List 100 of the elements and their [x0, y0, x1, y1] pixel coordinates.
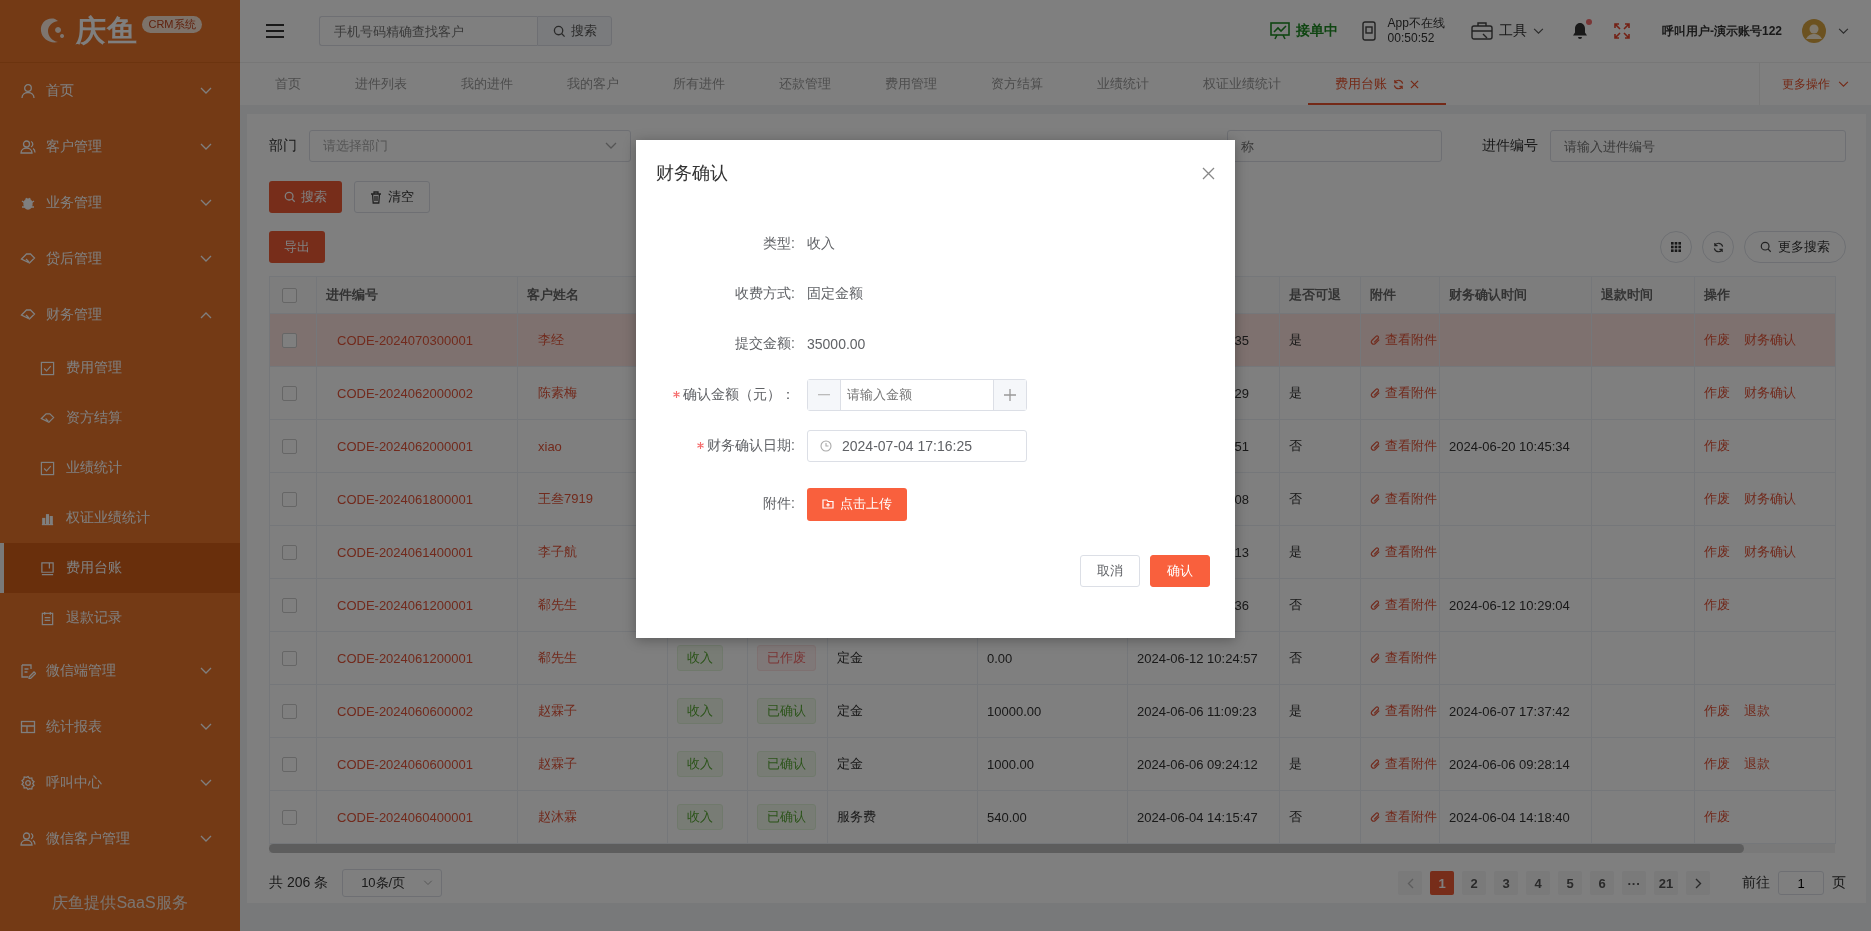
column-header[interactable]: 附件 [1370, 287, 1396, 302]
checkbox[interactable] [282, 704, 297, 720]
menu-item[interactable]: 微信端管理 [0, 643, 240, 699]
page-button[interactable]: 21 [1654, 871, 1678, 895]
action-link[interactable]: 退款 [1744, 756, 1770, 771]
more-search-button[interactable]: 更多搜索 [1744, 231, 1846, 263]
checkbox[interactable] [282, 333, 297, 349]
checkbox[interactable] [282, 810, 297, 826]
submenu-item[interactable]: 资方结算 [0, 393, 240, 443]
bell-icon[interactable] [1571, 22, 1588, 40]
table-cell[interactable]: CODE-2024061200001 [337, 650, 473, 666]
table-cell[interactable]: CODE-2024062000001 [337, 438, 473, 454]
table-cell[interactable]: CODE-2024060400001 [337, 809, 473, 825]
upload-button[interactable]: 点击上传 [807, 487, 907, 521]
page-button[interactable]: ··· [1622, 871, 1646, 895]
table-cell[interactable]: 陈素梅 [538, 385, 577, 400]
search-button[interactable]: 搜索 [537, 16, 612, 46]
page-button[interactable]: 5 [1558, 871, 1582, 895]
cancel-button[interactable]: 取消 [1080, 555, 1140, 587]
checkbox[interactable] [282, 598, 297, 614]
action-link[interactable]: 财务确认 [1744, 544, 1796, 559]
filter-field[interactable]: 称 [1227, 130, 1442, 162]
menu-item[interactable]: 呼叫中心 [0, 755, 240, 811]
page-button[interactable]: 6 [1590, 871, 1614, 895]
table-cell[interactable]: CODE-2024060600001 [337, 756, 473, 772]
decrease-button[interactable] [808, 379, 841, 410]
table-row[interactable]: CODE-2024060600001 赵霖子 收入 已确认 定金 1000.00 2024-06-06 09:24:12 是 查看附件 2024-06-06 09:28:14 作废 退款 [269, 737, 1836, 791]
page-button[interactable]: 4 [1526, 871, 1550, 895]
close-icon[interactable] [1202, 166, 1215, 180]
search-field[interactable]: 手机号码精确查找客户 [319, 16, 537, 46]
avatar-icon[interactable] [1802, 19, 1826, 43]
checkbox[interactable] [282, 757, 297, 773]
action-link[interactable]: 作废 [1704, 544, 1730, 559]
table-row[interactable]: CODE-2024060400001 赵沐霖 收入 已确认 服务费 540.00 2024-06-04 14:15:47 否 查看附件 2024-06-04 14:18:40 作废 [269, 790, 1836, 844]
table-cell[interactable]: CODE-2024060600002 [337, 703, 473, 719]
page-button[interactable]: 1 [1430, 871, 1454, 895]
clear-button[interactable]: 清空 [354, 181, 430, 213]
action-link[interactable]: 财务确认 [1744, 332, 1796, 347]
refresh-icon[interactable] [1393, 78, 1404, 90]
table-cell[interactable]: 李子航 [538, 544, 577, 559]
action-link[interactable]: 作废 [1704, 491, 1730, 506]
checkbox[interactable] [282, 386, 297, 402]
checkbox[interactable] [282, 439, 297, 455]
menu-item[interactable]: 业务管理 [0, 175, 240, 231]
previous-page-button[interactable] [1398, 871, 1422, 895]
checkbox[interactable] [282, 545, 297, 561]
menu-item[interactable]: 贷后管理 [0, 231, 240, 287]
table-cell[interactable]: 赵沐霖 [538, 809, 577, 824]
submenu-item[interactable]: 费用管理 [0, 343, 240, 393]
submenu-item[interactable]: 费用台账 [0, 543, 240, 593]
more-actions-menu[interactable]: 更多操作 [1759, 63, 1871, 105]
submenu-item[interactable]: 权证业绩统计 [0, 493, 240, 543]
filter-field[interactable]: 请输入进件编号 [1550, 130, 1846, 162]
column-settings-button[interactable] [1660, 231, 1692, 263]
menu-icon[interactable] [265, 23, 285, 39]
date-picker-field[interactable]: 2024-07-04 17:16:25 [807, 429, 1027, 462]
page-number-field[interactable]: 1 [1778, 871, 1824, 895]
action-link[interactable]: 作废 [1704, 332, 1730, 347]
column-header[interactable]: 退款时间 [1601, 287, 1653, 302]
table-cell[interactable]: CODE-2024061800001 [337, 491, 473, 507]
submenu-item[interactable]: 业绩统计 [0, 443, 240, 493]
page-size-select[interactable]: 10条/页 [342, 869, 443, 897]
next-page-button[interactable] [1686, 871, 1710, 895]
table-cell[interactable]: CODE-2024061200001 [337, 597, 473, 613]
table-cell[interactable]: CODE-2024070300001 [337, 332, 473, 348]
fullscreen-icon[interactable] [1613, 23, 1630, 39]
action-link[interactable]: 作废 [1704, 597, 1730, 612]
amount-stepper[interactable]: 请输入金额 [807, 378, 1027, 411]
table-cell[interactable]: 王叁7919 [538, 491, 593, 506]
tab[interactable]: 费用台账 [1308, 63, 1446, 105]
refresh-button[interactable] [1702, 231, 1734, 263]
column-header[interactable]: 操作 [1704, 287, 1730, 302]
horizontal-scrollbar[interactable] [269, 844, 1835, 853]
table-cell[interactable]: 赵霖子 [538, 703, 577, 718]
tools-menu[interactable]: 工具 [1470, 22, 1544, 40]
menu-item[interactable]: 财务管理 [0, 287, 240, 343]
table-cell[interactable]: 赵霖子 [538, 756, 577, 771]
action-link[interactable]: 作废 [1704, 703, 1730, 718]
table-cell[interactable]: 李经 [538, 332, 564, 347]
table-cell[interactable]: xiao [538, 438, 562, 454]
action-link[interactable]: 作废 [1704, 385, 1730, 400]
checkbox[interactable] [282, 288, 297, 304]
action-link[interactable]: 退款 [1744, 703, 1770, 718]
action-link[interactable]: 作废 [1704, 756, 1730, 771]
page-button[interactable]: 3 [1494, 871, 1518, 895]
user-name[interactable]: 呼叫用户-演示账号122 [1661, 22, 1782, 40]
close-icon[interactable] [1410, 79, 1419, 89]
action-link[interactable]: 财务确认 [1744, 491, 1796, 506]
action-link[interactable]: 财务确认 [1744, 385, 1796, 400]
action-link[interactable]: 作废 [1704, 438, 1730, 453]
menu-item[interactable]: 统计报表 [0, 699, 240, 755]
search-button[interactable]: 搜索 [269, 181, 342, 213]
status-indicator[interactable]: 接单中 [1269, 22, 1338, 40]
increase-button[interactable] [993, 379, 1026, 410]
checkbox[interactable] [282, 651, 297, 667]
checkbox[interactable] [282, 492, 297, 508]
table-row[interactable]: CODE-2024060600002 赵霖子 收入 已确认 定金 10000.00 2024-06-06 11:09:23 是 查看附件 2024-06-07 17:37:42 作废 退款 [269, 684, 1836, 738]
table-cell[interactable]: 郗先生 [538, 650, 577, 665]
table-cell[interactable]: 郗先生 [538, 597, 577, 612]
action-link[interactable]: 作废 [1704, 809, 1730, 824]
